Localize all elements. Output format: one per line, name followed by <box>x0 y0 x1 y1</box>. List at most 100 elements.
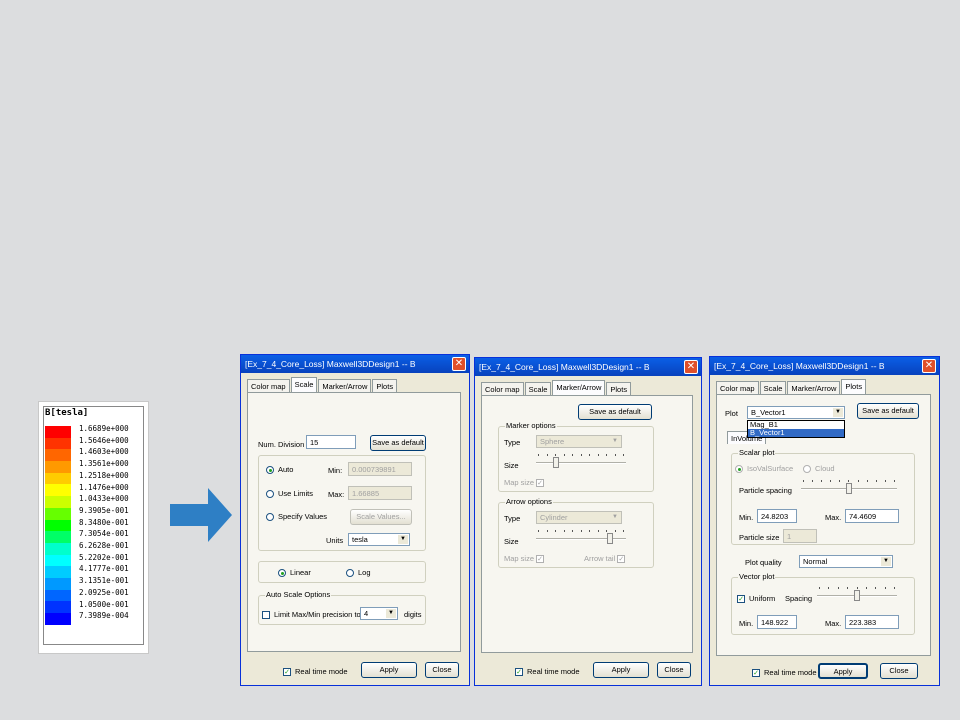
isoval-label: IsoValSurface <box>747 464 794 473</box>
apply-button[interactable]: Apply <box>818 663 868 679</box>
log-radio[interactable]: Log <box>346 568 371 578</box>
slider-thumb[interactable] <box>854 590 860 601</box>
legend-values: 1.6689e+000 1.5646e+000 1.4603e+000 1.3561e… <box>79 423 129 622</box>
plot-label: Plot <box>725 409 738 418</box>
arrow-type-select[interactable]: Cylinder ▼ <box>536 511 622 524</box>
particle-spacing-label: Particle spacing <box>739 486 792 495</box>
realtime-checkbox[interactable]: ✓ Real time mode <box>283 667 348 677</box>
tab-marker-arrow[interactable]: Marker/Arrow <box>318 379 372 392</box>
arrow-size-slider[interactable] <box>536 530 626 544</box>
slider-thumb[interactable] <box>607 533 614 544</box>
plot-quality-select[interactable]: Normal ▼ <box>799 555 893 568</box>
legend-swatches <box>45 426 71 625</box>
close-icon[interactable]: ✕ <box>684 360 698 374</box>
legend-title: B[tesla] <box>45 408 89 418</box>
min-label: Min. <box>739 513 754 522</box>
realtime-label: Real time mode <box>295 667 348 676</box>
slider-tick <box>555 454 556 456</box>
color-legend: B[tesla] 1.6689e+000 1.5646e+000 1.4603e+0… <box>38 401 149 654</box>
close-button[interactable]: Close <box>425 662 459 678</box>
slider-thumb[interactable] <box>846 483 852 494</box>
limit-precision-label: Limit Max/Min precision to <box>274 610 361 619</box>
title-bar: [Ex_7_4_Core_Loss] Maxwell3DDesign1 -- B… <box>475 358 701 376</box>
vector-max-input[interactable]: 223.383 <box>845 615 899 629</box>
linear-radio[interactable]: Linear <box>278 568 311 578</box>
legend-swatch <box>45 613 71 625</box>
slider-tick <box>866 480 868 482</box>
slider-tick <box>875 480 877 482</box>
scalar-min-input[interactable]: 24.8203 <box>757 509 797 523</box>
legend-value: 1.3561e+000 <box>79 459 129 469</box>
tab-scale[interactable]: Scale <box>524 382 552 395</box>
use-limits-radio[interactable]: Use Limits <box>266 489 313 499</box>
plot-option-b-vector1[interactable]: B_Vector1 <box>748 429 844 437</box>
auto-radio[interactable]: Auto <box>266 465 293 475</box>
apply-button[interactable]: Apply <box>361 662 417 678</box>
checkbox-icon: ✓ <box>283 668 291 677</box>
particle-spacing-slider[interactable] <box>801 480 897 494</box>
marker-type-select[interactable]: Sphere ▼ <box>536 435 622 448</box>
tab-strip: Color map Scale Marker/Arrow Plots <box>481 380 632 395</box>
tab-marker-arrow[interactable]: Marker/Arrow <box>552 380 606 395</box>
checkbox-icon: ✓ <box>737 595 745 604</box>
log-label: Log <box>358 568 371 577</box>
tab-scale[interactable]: Scale <box>290 377 318 392</box>
tab-color-map[interactable]: Color map <box>247 379 290 392</box>
slider-tick <box>538 454 539 456</box>
scale-panel: Num. Division 15 Save as default Auto Mi… <box>247 392 461 652</box>
plot-select[interactable]: B_Vector1 ▼ <box>747 406 845 419</box>
scalar-max-input[interactable]: 74.4609 <box>845 509 899 523</box>
close-button[interactable]: Close <box>880 663 918 679</box>
slider-tick <box>865 587 867 589</box>
limit-precision-checkbox[interactable]: Limit Max/Min precision to <box>262 610 361 620</box>
tab-color-map[interactable]: Color map <box>716 381 759 394</box>
arrow-tail-checkbox[interactable]: Arrow tail ✓ <box>584 554 629 564</box>
cloud-radio[interactable]: Cloud <box>803 464 835 474</box>
checkbox-icon <box>262 611 270 620</box>
num-division-input[interactable]: 15 <box>306 435 356 449</box>
isoval-radio[interactable]: IsoValSurface <box>735 464 794 474</box>
slider-thumb[interactable] <box>552 457 559 468</box>
tab-scale[interactable]: Scale <box>759 381 787 394</box>
max-input[interactable]: 1.66885 <box>348 486 412 500</box>
units-select[interactable]: tesla ▼ <box>348 533 410 546</box>
precision-select[interactable]: 4 ▼ <box>360 607 398 620</box>
realtime-label: Real time mode <box>764 668 817 677</box>
tab-plots[interactable]: Plots <box>841 379 867 394</box>
plot-value: B_Vector1 <box>751 408 786 417</box>
realtime-checkbox[interactable]: ✓ Real time mode <box>752 668 817 678</box>
vector-min-input[interactable]: 148.922 <box>757 615 797 629</box>
marker-size-slider[interactable] <box>536 454 626 468</box>
legend-swatch <box>45 601 71 613</box>
uniform-checkbox[interactable]: ✓ Uniform <box>737 594 775 604</box>
map-size-checkbox[interactable]: Map size ✓ <box>504 478 548 488</box>
legend-value: 1.4603e+000 <box>79 447 129 457</box>
tab-strip: Color map Scale Marker/Arrow Plots <box>716 379 867 394</box>
close-button[interactable]: Close <box>657 662 691 678</box>
close-icon[interactable]: ✕ <box>922 359 936 373</box>
arrow-tail-label: Arrow tail <box>584 554 616 563</box>
tab-plots[interactable]: Plots <box>372 379 398 392</box>
arrow-map-size-checkbox[interactable]: Map size ✓ <box>504 554 548 564</box>
slider-tick <box>828 587 830 589</box>
vector-spacing-slider[interactable] <box>817 587 897 601</box>
particle-size-input[interactable]: 1 <box>783 529 817 543</box>
specify-values-radio[interactable]: Specify Values <box>266 512 327 522</box>
apply-button[interactable]: Apply <box>593 662 649 678</box>
marker-options-label: Marker options <box>505 421 557 430</box>
marker-arrow-panel: Save as default Marker options Type Sphe… <box>481 395 693 653</box>
close-icon[interactable]: ✕ <box>452 357 466 371</box>
window-title: [Ex_7_4_Core_Loss] Maxwell3DDesign1 -- B <box>714 361 885 371</box>
save-default-button[interactable]: Save as default <box>578 404 652 420</box>
scale-values-button[interactable]: Scale Values... <box>350 509 412 525</box>
tab-marker-arrow[interactable]: Marker/Arrow <box>787 381 841 394</box>
realtime-checkbox[interactable]: ✓ Real time mode <box>515 667 580 677</box>
tab-color-map[interactable]: Color map <box>481 382 524 395</box>
legend-swatch <box>45 426 71 438</box>
legend-value: 2.0925e-001 <box>79 587 129 597</box>
save-default-button[interactable]: Save as default <box>857 403 919 419</box>
min-input[interactable]: 0.000739891 <box>348 462 412 476</box>
slider-tick <box>538 530 539 532</box>
save-default-button[interactable]: Save as default <box>370 435 426 451</box>
tab-plots[interactable]: Plots <box>606 382 632 395</box>
